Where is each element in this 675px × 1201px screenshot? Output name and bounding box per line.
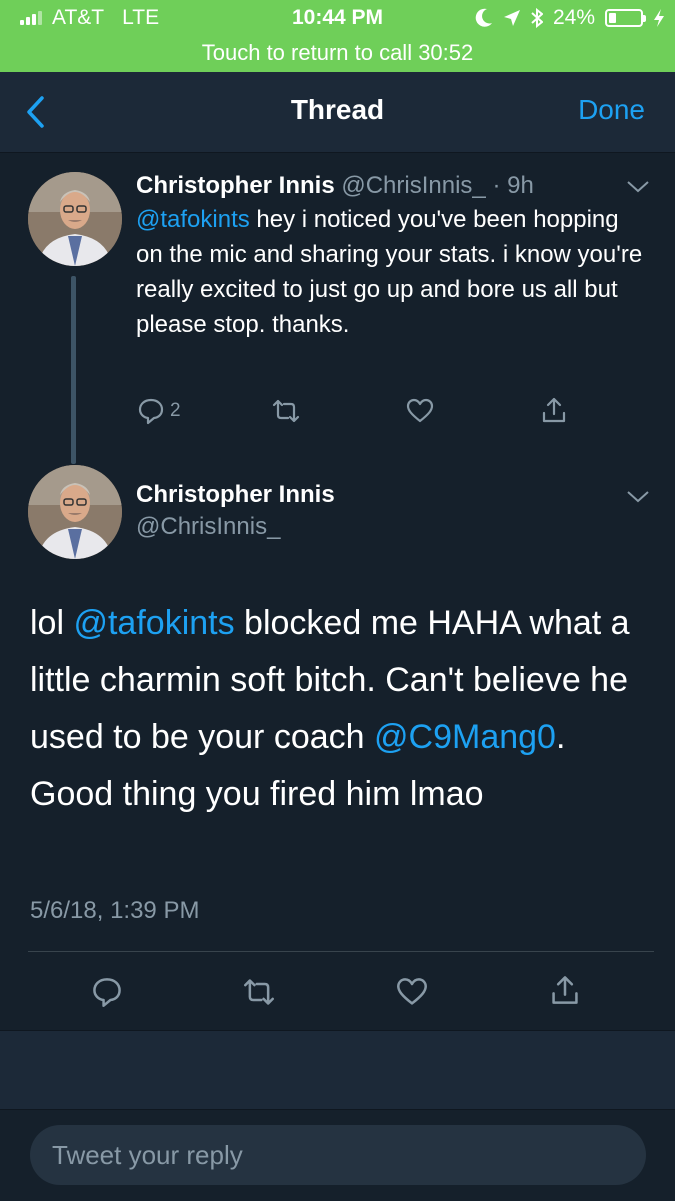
chevron-down-icon[interactable] — [626, 490, 650, 504]
battery-percent: 24% — [552, 6, 595, 29]
author-name[interactable]: Christopher Innis — [136, 172, 335, 199]
share-icon[interactable] — [540, 396, 568, 424]
status-bar: AT&T LTE 10:44 PM 24% — [0, 0, 675, 36]
bluetooth-icon — [531, 8, 543, 28]
divider — [28, 951, 654, 952]
author-name[interactable]: Christopher Innis — [136, 481, 335, 509]
battery-level — [609, 13, 617, 23]
reply-count: 2 — [170, 400, 181, 421]
author-handle[interactable]: @ChrisInnis_ — [341, 172, 485, 199]
location-arrow-icon — [503, 10, 520, 26]
avatar-photo — [28, 465, 122, 559]
tweet-age: · 9h — [492, 172, 534, 199]
share-icon[interactable] — [549, 974, 581, 1006]
return-to-call-bar[interactable]: Touch to return to call 30:52 — [0, 36, 675, 72]
nav-bar: Thread Done — [0, 72, 675, 153]
tweet2-text: lol @tafokints blocked me HAHA what a li… — [30, 595, 655, 823]
page-title: Thread — [290, 94, 385, 125]
chevron-down-icon[interactable] — [626, 180, 650, 194]
battery-icon — [605, 9, 646, 27]
retweet-icon[interactable] — [243, 976, 275, 1008]
thread-connector-line — [71, 276, 76, 464]
moon-icon — [475, 8, 492, 27]
reply-input[interactable]: Tweet your reply — [30, 1125, 646, 1185]
avatar-photo — [28, 172, 122, 266]
retweet-icon[interactable] — [272, 397, 300, 425]
avatar[interactable] — [28, 465, 122, 559]
status-icons: 24% — [475, 6, 665, 30]
tweet1-text: @tafokints hey i noticed you've been hop… — [136, 202, 651, 342]
avatar[interactable] — [28, 172, 122, 266]
mention-link[interactable]: @C9Mang0 — [374, 718, 556, 756]
done-button[interactable]: Done — [578, 94, 645, 126]
empty-thread-area — [0, 1031, 675, 1109]
tweet-timestamp: 5/6/18, 1:39 PM — [30, 897, 200, 924]
mention-link[interactable]: @tafokints — [136, 206, 250, 233]
charging-bolt-icon — [654, 9, 664, 27]
tweet2-text-part: lol — [30, 604, 74, 642]
reply-icon[interactable] — [137, 397, 165, 425]
tweet1-header: Christopher Innis @ChrisInnis_ · 9h — [136, 172, 534, 200]
author-handle[interactable]: @ChrisInnis_ — [136, 513, 280, 541]
like-icon[interactable] — [406, 397, 434, 425]
mention-link[interactable]: @tafokints — [73, 604, 234, 642]
like-icon[interactable] — [396, 976, 428, 1008]
reply-icon[interactable] — [91, 976, 123, 1008]
